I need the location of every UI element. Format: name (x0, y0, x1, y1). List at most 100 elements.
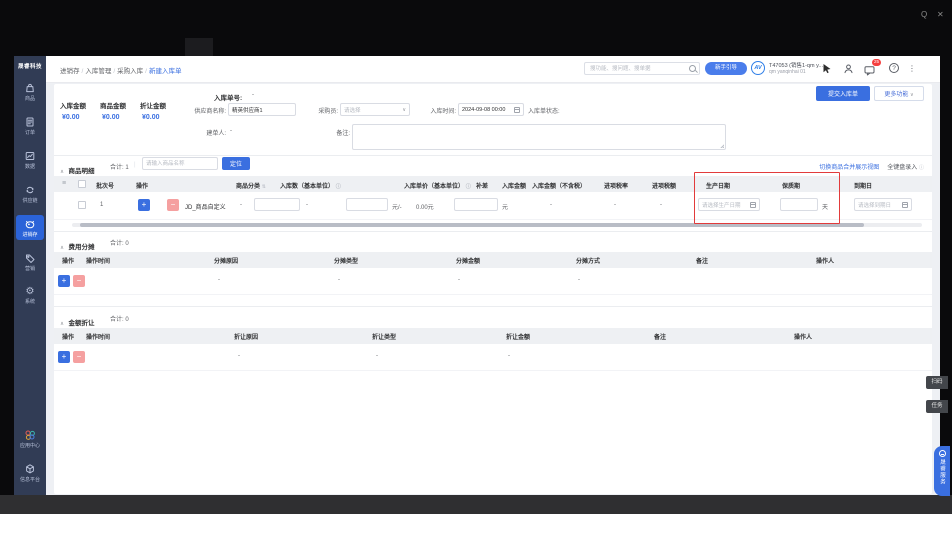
row-price-input[interactable] (346, 198, 388, 211)
sidebar-item-data[interactable]: 数据 (16, 147, 44, 172)
sidebar-item-goods[interactable]: 商品 (16, 79, 44, 104)
fees-col-type: 分摊类型 (334, 256, 358, 265)
task-tab[interactable]: 任务 (926, 400, 948, 413)
discount-remove-button[interactable]: − (73, 351, 85, 363)
row-amount-unit: 元 (502, 202, 508, 211)
locate-button[interactable]: 定位 (222, 157, 250, 170)
global-search (584, 62, 700, 75)
breadcrumb-item[interactable]: 采购入库 (117, 68, 143, 75)
discount-add-button[interactable]: + (58, 351, 70, 363)
discount-amount: - (508, 353, 510, 359)
fee-reason: - (218, 277, 220, 283)
fee-method: - (578, 277, 580, 283)
supplier-label: 供应商名称: (162, 106, 226, 115)
sidebar-item-inventory[interactable]: 进销存 (16, 215, 44, 240)
global-search-input[interactable] (588, 65, 689, 73)
taskbar-band (0, 495, 952, 514)
app-logo: 晟睿科技 (18, 62, 42, 70)
breadcrumb: 进销存/入库管理/采购入库/新建入库单 (60, 65, 181, 75)
remove-row-button[interactable]: − (167, 199, 179, 211)
row-subsidy: 0.00元 (416, 202, 434, 211)
message-badge: 25 (872, 59, 881, 66)
row-checkbox[interactable] (78, 201, 86, 209)
summary-value: ¥0.00 (102, 114, 120, 121)
h-scrollbar-thumb[interactable] (80, 223, 864, 227)
supplier-input[interactable] (228, 103, 296, 116)
discount-type: - (376, 353, 378, 359)
row-shelf-input[interactable] (780, 198, 818, 211)
breadcrumb-separator: / (145, 68, 147, 75)
creator-label: 建单人: (162, 128, 226, 137)
main-area: 进销存/入库管理/采购入库/新建入库单 新手引导 AV T47053 (销售1-… (46, 56, 940, 495)
sidebar-item-app-center[interactable]: 应用中心 (16, 426, 44, 451)
col-amount: 入库金额 (502, 181, 526, 190)
info-icon: ⓘ (466, 184, 471, 190)
keyboard-entry-link[interactable]: 全键盘录入 ⓘ (887, 162, 924, 171)
col-category[interactable]: 商品分类 ⇅ (236, 181, 266, 190)
switch-view-link[interactable]: 切换商品合并展示视图 (819, 162, 879, 171)
bag-icon (24, 82, 36, 94)
window-close-icon[interactable]: ✕ (937, 10, 944, 20)
invite-user-icon[interactable] (843, 63, 854, 74)
row-amount-input[interactable] (454, 198, 498, 211)
user-name[interactable]: T47053 (销售1-qm y... (769, 61, 823, 69)
row-product-name[interactable]: JD_商品自定义 (185, 202, 226, 211)
product-name-search-input[interactable] (142, 157, 218, 170)
remark-textarea[interactable] (352, 124, 726, 150)
row-expire-picker[interactable]: 请选择到期日 (854, 198, 912, 211)
cursor-icon (822, 63, 833, 74)
order-no-label: 入库单号: (214, 92, 242, 102)
avatar[interactable]: AV (751, 61, 765, 75)
disc-col-amount: 折让金额 (506, 332, 530, 341)
col-action: 操作 (136, 181, 148, 190)
row-shelf-unit: 天 (822, 202, 828, 211)
fee-add-button[interactable]: + (58, 275, 70, 287)
row-prod-date-picker[interactable]: 请选择生产日期 (698, 198, 760, 211)
fees-col-action: 操作 (62, 256, 74, 265)
guide-button[interactable]: 新手引导 (705, 62, 747, 75)
select-all-checkbox[interactable] (78, 180, 86, 188)
row-qty-input[interactable] (254, 198, 300, 211)
service-tab[interactable]: 晟睿服务 (934, 446, 950, 496)
section-divider (54, 231, 932, 232)
kebab-menu-icon[interactable]: ⋮ (908, 63, 916, 74)
fees-col-method: 分摊方式 (576, 256, 600, 265)
sidebar-item-orders[interactable]: 订单 (16, 113, 44, 138)
sidebar-item-supply-chain[interactable]: 供应链 (16, 181, 44, 206)
add-row-button[interactable]: + (138, 199, 150, 211)
submit-inbound-button[interactable]: 提交入库单 (816, 86, 870, 101)
sidebar-item-info-platform[interactable]: 信息平台 (16, 460, 44, 485)
sidebar-item-label: 信息平台 (20, 476, 40, 483)
discount-reason: - (238, 353, 240, 359)
gear-icon: ⚙ (26, 286, 35, 297)
scan-tab[interactable]: 扫码 (926, 376, 948, 389)
sidebar-item-system[interactable]: ⚙ 系统 (16, 283, 44, 307)
row-category: - (240, 202, 242, 208)
fee-remove-button[interactable]: − (73, 275, 85, 287)
row-tax-amount: - (660, 202, 662, 208)
cube-icon (24, 463, 36, 475)
fee-row (54, 268, 932, 295)
service-label: 晟睿服务 (938, 459, 946, 485)
products-section-title: 商品明细 (68, 168, 94, 175)
col-subsidy: 补差 (476, 181, 488, 190)
sidebar-item-label: 营销 (25, 265, 35, 272)
breadcrumb-item[interactable]: 入库管理 (85, 68, 111, 75)
products-total: 合计: 1 (110, 162, 129, 171)
chevron-down-icon: ∨ (910, 92, 914, 98)
breadcrumb-item[interactable]: 进销存 (60, 68, 80, 75)
messages-button[interactable]: 25 (864, 63, 875, 74)
sidebar-item-label: 系统 (25, 298, 35, 305)
order-no-value: - (252, 92, 254, 98)
collapse-caret-icon: ∧ (60, 321, 64, 327)
help-icon[interactable]: ? (889, 63, 899, 73)
inbound-time-picker[interactable]: 2024-09-08 00:00 (458, 103, 524, 116)
more-actions-button[interactable]: 更多功能 ∨ (874, 86, 924, 101)
window-search-icon[interactable]: Q (921, 10, 927, 20)
breadcrumb-current: 新建入库单 (149, 68, 182, 75)
search-icon[interactable] (689, 65, 696, 72)
drag-handle-icon[interactable]: ≡ (62, 180, 66, 188)
sidebar-item-marketing[interactable]: 营销 (16, 249, 44, 274)
collapse-caret-icon: ∧ (60, 169, 64, 175)
row-tax-rate: - (614, 202, 616, 208)
